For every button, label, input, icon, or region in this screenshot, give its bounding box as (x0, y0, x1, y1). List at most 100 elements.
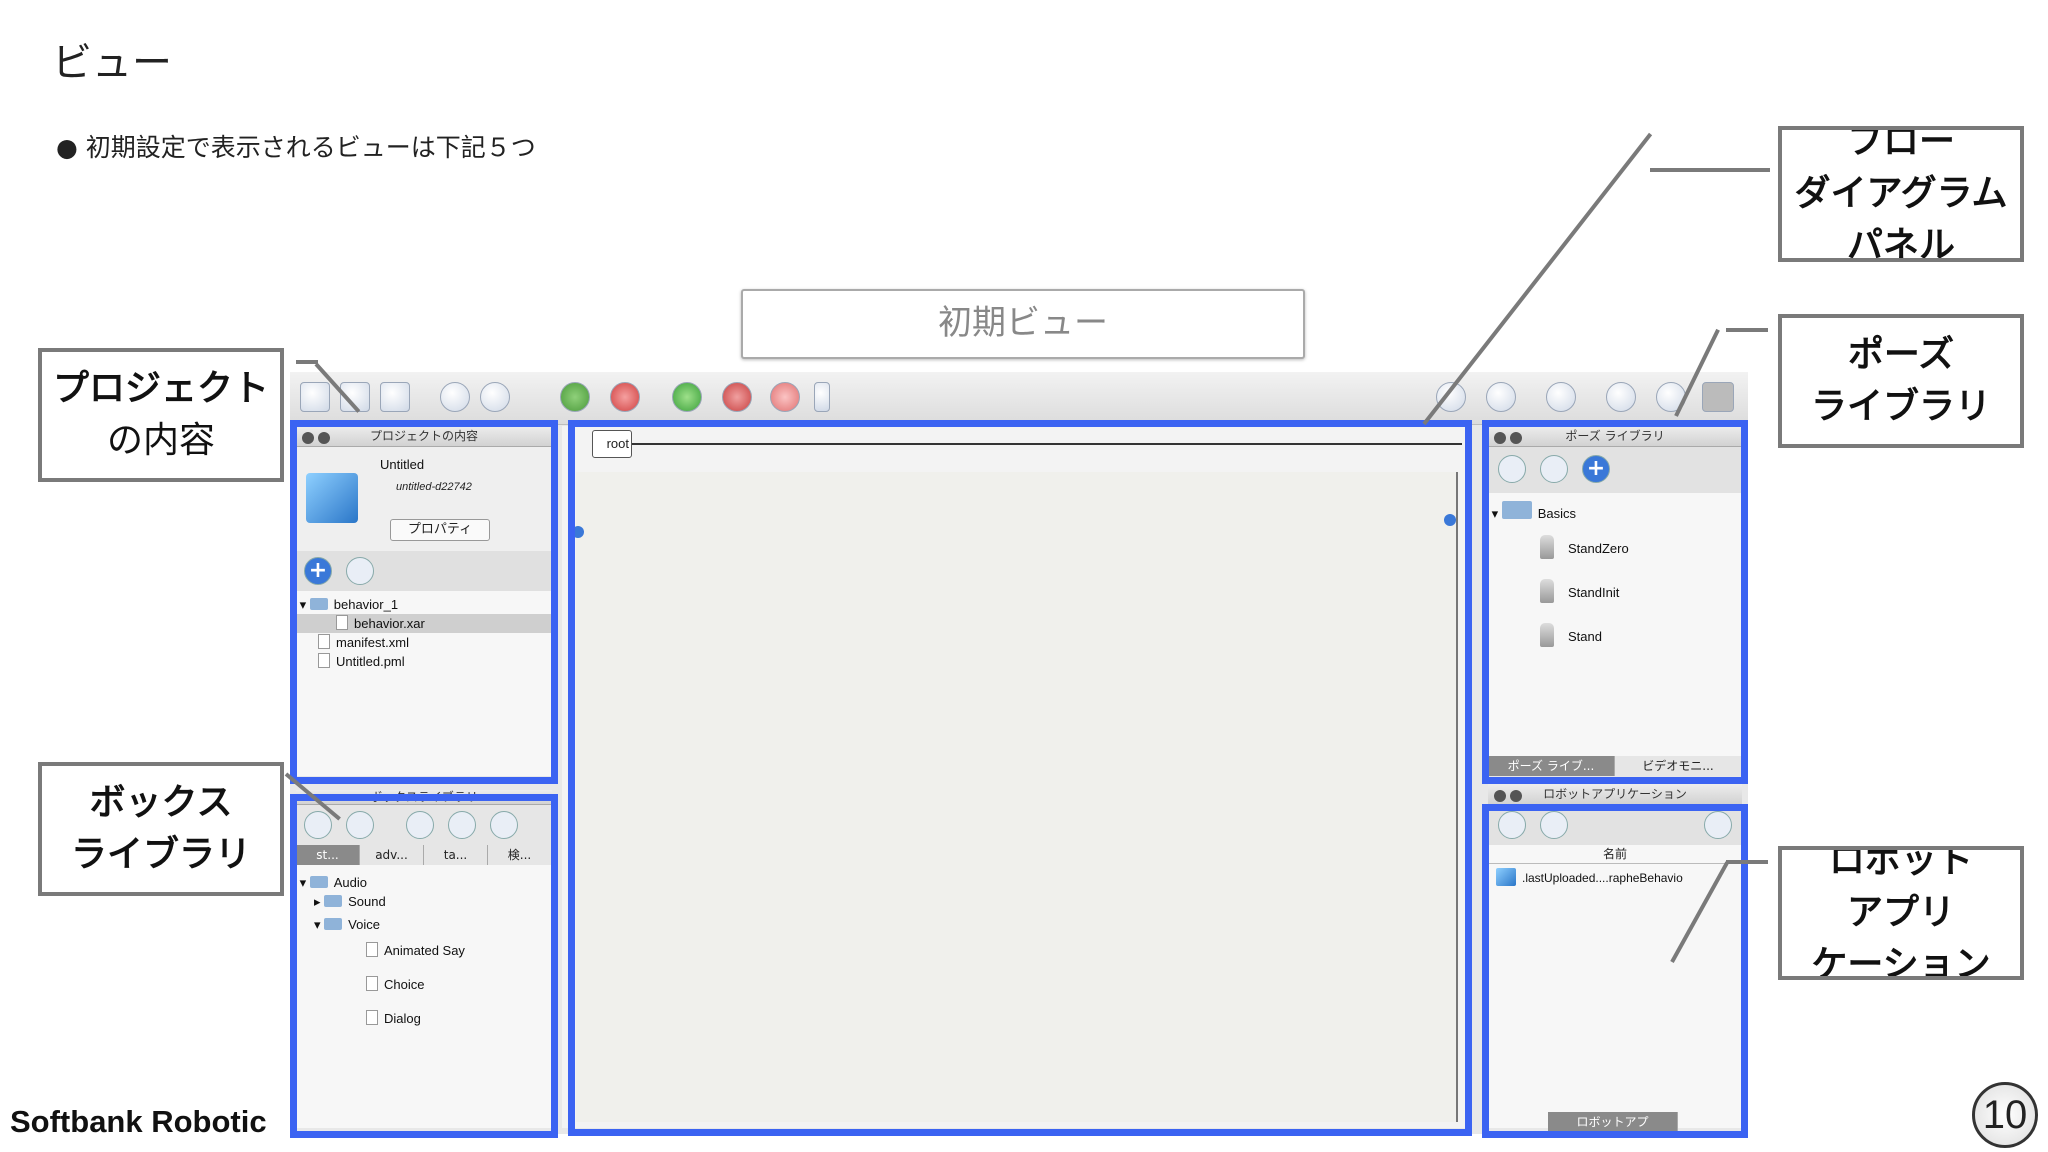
close-icon[interactable] (1494, 790, 1506, 802)
choice-icon (366, 976, 378, 991)
stop-icon[interactable] (722, 382, 752, 412)
heart-icon[interactable] (1546, 382, 1576, 412)
box-library-tabs: st... adv... ta... 検... (296, 845, 552, 865)
toolbar (290, 372, 1748, 425)
pose-standinit[interactable]: StandInit (1488, 571, 1742, 615)
save-project-icon[interactable] (380, 382, 410, 412)
project-id: untitled-d22742 (396, 481, 472, 493)
speech-icon (366, 942, 378, 957)
save-box-icon[interactable] (406, 811, 434, 839)
tree-item-behavior[interactable]: ▾ behavior_1 (296, 595, 552, 614)
tab-robot-apps[interactable]: ロボットアプ (1548, 1112, 1678, 1132)
folder-icon (1501, 501, 1532, 519)
output-onstopped-icon[interactable] (1444, 514, 1456, 526)
page-number: 10 (1972, 1082, 2038, 1148)
redo-icon[interactable] (480, 382, 510, 412)
new-project-icon[interactable] (300, 382, 330, 412)
footer-company: Softbank Robotic (10, 1104, 267, 1139)
bullet-text: 初期設定で表示されるビューは下記５つ (85, 133, 536, 162)
callout-flow-line1: フロー (1846, 126, 1955, 162)
robot-icon (1540, 579, 1554, 603)
callout-robot-line2: アプリ (1846, 892, 1955, 933)
delete-app-icon[interactable] (1540, 811, 1568, 839)
animation-mode-icon[interactable] (1486, 382, 1516, 412)
flow-diagram-panel[interactable]: root (562, 426, 1470, 1128)
input-onstart-icon[interactable] (572, 526, 584, 538)
float-icon[interactable] (1510, 790, 1522, 802)
open-box-icon[interactable] (346, 811, 374, 839)
pose-panel-tabs: ポーズ ライブ... ビデオモニ... (1488, 756, 1742, 776)
tree-item-pml[interactable]: Untitled.pml (296, 652, 552, 671)
project-name: Untitled (380, 457, 425, 472)
robot-icon (1540, 535, 1554, 559)
column-header-name[interactable]: 名前 (1488, 845, 1742, 864)
connector-pose-a (1726, 328, 1768, 332)
box-settings-icon[interactable] (490, 811, 518, 839)
export-box-icon[interactable] (448, 811, 476, 839)
pose-library-panel: ポーズ ライブラリ + ▾ Basics StandZero StandInit… (1488, 426, 1742, 776)
folder-icon (309, 598, 328, 610)
tab-search[interactable]: 検... (488, 845, 552, 865)
callout-flow-line2: ダイアグラム (1794, 173, 2008, 214)
upload-app-icon[interactable] (1498, 811, 1526, 839)
properties-button[interactable]: プロパティ (390, 519, 490, 541)
debug-icon[interactable] (814, 382, 830, 412)
import-pose-icon[interactable] (1540, 455, 1568, 483)
tab-advanced[interactable]: adv... (360, 845, 424, 865)
add-icon[interactable]: + (304, 557, 332, 585)
root-breadcrumb[interactable]: root (592, 430, 632, 458)
robot-app-item[interactable]: .lastUploaded....rapheBehavio (1488, 864, 1742, 890)
box-item-dialog[interactable]: Dialog (296, 1002, 552, 1036)
connector-flow-a (1650, 168, 1770, 172)
trash-icon[interactable] (346, 557, 374, 585)
tree-item-audio[interactable]: ▾ Audio (296, 873, 552, 892)
callout-robot-apps: ロボット アプリ ケーション (1778, 846, 2024, 980)
undo-icon[interactable] (440, 382, 470, 412)
tab-tags[interactable]: ta... (424, 845, 488, 865)
file-icon (318, 634, 330, 649)
disconnect-icon[interactable] (610, 382, 640, 412)
close-icon[interactable] (1494, 432, 1506, 444)
play-icon[interactable] (672, 382, 702, 412)
pose-folder-basics[interactable]: ▾ Basics (1488, 501, 1742, 527)
add-pose-icon[interactable]: + (1582, 455, 1610, 483)
warning-icon[interactable] (770, 382, 800, 412)
tree-item-manifest[interactable]: manifest.xml (296, 633, 552, 652)
callout-robot-line3: ケーション (1811, 944, 1991, 980)
project-panel-title: プロジェクトの内容 (369, 429, 478, 443)
project-cube-icon (306, 473, 358, 523)
callout-box-line1: ボックス (89, 782, 233, 823)
diagram-canvas[interactable] (576, 472, 1458, 1122)
open-pose-icon[interactable] (1498, 455, 1526, 483)
robot-applications-panel: ロボットアプリケーション 名前 .lastUploaded....rapheBe… (1488, 784, 1742, 1132)
callout-project-line1: プロジェクト (52, 368, 269, 409)
callout-pose-line1: ポーズ (1847, 334, 1955, 375)
tree-item-voice[interactable]: ▾ Voice (296, 915, 552, 934)
folder-icon (309, 876, 328, 888)
new-box-icon[interactable] (304, 811, 332, 839)
box-library-header: ボックスライブラリ (296, 790, 552, 805)
tree-item-sound[interactable]: ▸ Sound (296, 892, 552, 915)
tab-video-monitor[interactable]: ビデオモニ... (1615, 756, 1742, 776)
float-icon[interactable] (318, 432, 330, 444)
file-icon (318, 653, 330, 668)
file-icon (336, 615, 348, 630)
search-icon[interactable] (1704, 811, 1732, 839)
tab-standard[interactable]: st... (296, 845, 360, 865)
tab-pose-library[interactable]: ポーズ ライブ... (1488, 756, 1615, 776)
callout-pose-library: ポーズ ライブラリ (1778, 314, 2024, 448)
callout-pose-line2: ライブラリ (1810, 386, 1991, 427)
connect-icon[interactable] (560, 382, 590, 412)
breadcrumb-bar (632, 443, 1462, 445)
callout-flow-diagram: フロー ダイアグラム パネル (1778, 126, 2024, 262)
box-item-choice[interactable]: Choice (296, 968, 552, 1002)
pose-stand[interactable]: Stand (1488, 615, 1742, 659)
tree-item-behavior-xar[interactable]: behavior.xar (296, 614, 552, 633)
pose-standzero[interactable]: StandZero (1488, 527, 1742, 571)
box-item-animated-say[interactable]: Animated Say (296, 934, 552, 968)
float-icon[interactable] (1510, 432, 1522, 444)
connector-robot-a (1726, 860, 1768, 864)
initial-view-label: 初期ビュー (741, 289, 1305, 359)
close-icon[interactable] (302, 432, 314, 444)
rest-icon[interactable] (1606, 382, 1636, 412)
